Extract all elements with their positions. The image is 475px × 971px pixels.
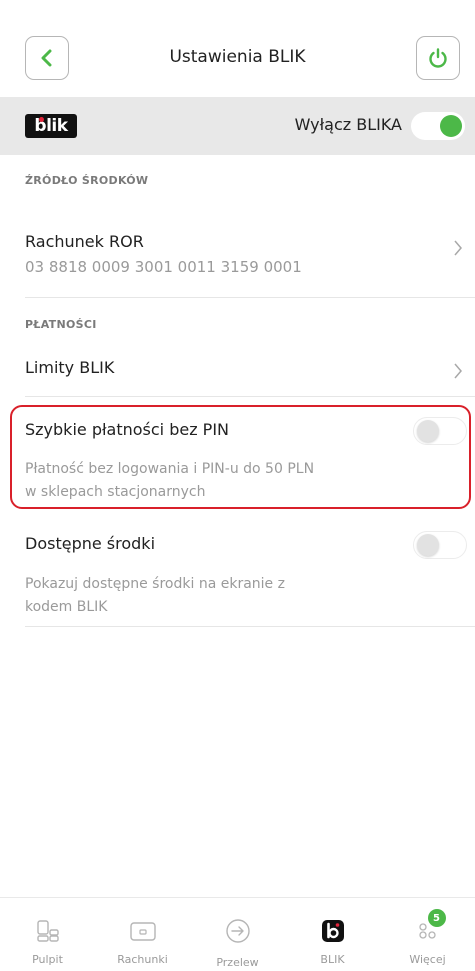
available-funds-title: Dostępne środki [25,534,156,553]
available-funds-description-line2: kodem BLIK [25,599,108,615]
tab-more[interactable]: 5 Więcej [380,898,475,971]
tab-label: Więcej [409,953,446,966]
wallet-icon [128,916,158,946]
fast-payments-title: Szybkie płatności bez PIN [25,420,230,439]
transfer-icon [223,916,253,946]
fast-payments-description-line2: w sklepach stacjonarnych [25,484,206,500]
divider [25,297,475,298]
dashboard-icon [33,916,63,946]
blik-icon [318,916,348,946]
tab-label: Pulpit [32,953,63,966]
divider [25,396,475,397]
available-funds-toggle[interactable] [413,531,467,559]
fast-payments-description-line1: Płatność bez logowania i PIN-u do 50 PLN [25,461,315,477]
tab-label: Przelew [216,956,259,969]
tab-transfer[interactable]: Przelew [190,898,285,971]
disable-blik-toggle[interactable] [411,112,465,140]
tab-label: BLIK [320,953,345,966]
chevron-right-icon [454,363,462,379]
chevron-right-icon [454,240,462,256]
notification-badge: 5 [427,909,446,927]
page-title: Ustawienia BLIK [169,47,306,67]
blik-logo-dot [39,117,44,122]
account-number: 03 8818 0009 3001 0011 3159 0001 [25,258,302,276]
blik-limits-label: Limity BLIK [25,358,115,377]
bottom-tab-bar: Pulpit Rachunki Przelew BLIK 5 Więcej [0,897,475,971]
tab-dashboard[interactable]: Pulpit [0,898,95,971]
tab-blik[interactable]: BLIK [285,898,380,971]
tab-label: Rachunki [117,953,168,966]
blik-logo: blik [25,114,77,138]
toggle-knob [440,115,462,137]
account-name: Rachunek ROR [25,232,144,251]
header: Ustawienia BLIK [0,0,475,97]
tab-accounts[interactable]: Rachunki [95,898,190,971]
toggle-knob [417,534,439,556]
more-icon: 5 [413,909,446,946]
section-header-payments: PŁATNOŚCI [25,318,97,331]
section-header-source: ŹRÓDŁO ŚRODKÓW [25,174,149,187]
fast-payments-toggle[interactable] [413,417,467,445]
divider [25,626,475,627]
available-funds-description-line1: Pokazuj dostępne środki na ekranie z [25,576,285,592]
toggle-knob [417,420,439,442]
blik-toggle-bar: blik Wyłącz BLIKA [0,97,475,155]
disable-blik-label: Wyłącz BLIKA [294,115,402,134]
logout-button[interactable] [416,36,460,80]
power-icon [429,48,447,68]
